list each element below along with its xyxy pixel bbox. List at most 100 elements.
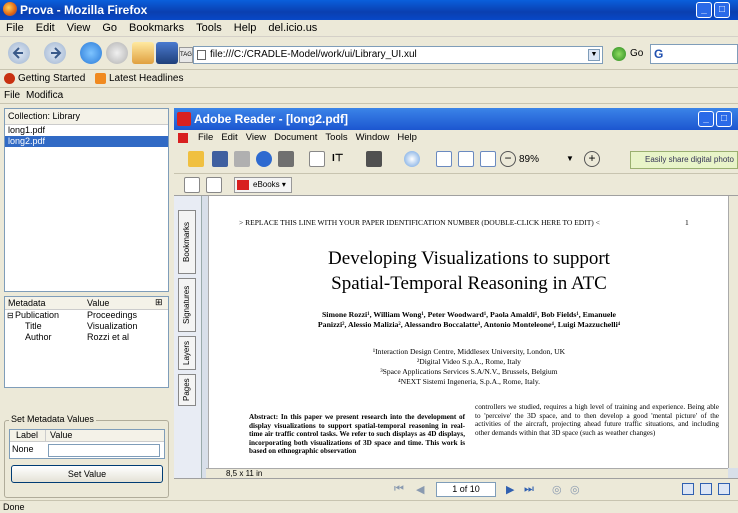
tab-layers[interactable]: Layers [178,336,196,370]
back-icon[interactable] [8,42,30,64]
collection-list[interactable]: Collection: Library long1.pdf long2.pdf [4,108,169,292]
reader-maximize-icon[interactable]: □ [716,111,732,127]
menu-go[interactable]: Go [96,20,123,36]
menu-view[interactable]: View [61,20,97,36]
menu-bar: File Edit View Go Bookmarks Tools Help del.icio… [0,20,738,37]
set-value-button[interactable]: Set Value [11,465,163,483]
search-engine-icon[interactable]: G [654,47,663,61]
hand-tool-icon[interactable] [309,151,325,167]
single-page-icon[interactable] [682,483,694,495]
minimize-icon[interactable]: _ [696,2,712,18]
body-text: controllers we studied, requires a high … [475,403,719,437]
go-label[interactable]: Go [630,48,643,59]
authors-line2: Panizzi², Alessio Malizia², Alessandro B… [317,320,621,329]
menu-delicious[interactable]: del.icio.us [262,20,323,36]
first-page-icon[interactable]: ⏮ [394,483,404,496]
document-icon [178,133,188,143]
menu-tools[interactable]: Tools [190,20,228,36]
save-icon[interactable] [212,151,228,167]
tab-signatures[interactable]: Signatures [178,278,196,332]
select-text-icon[interactable]: I⊤ [332,151,352,167]
fit-page-icon[interactable] [458,151,474,167]
reader-menu-file[interactable]: File [194,132,217,143]
status-bar: Done [0,500,738,512]
zoom-dropdown-icon[interactable]: ▼ [566,154,574,163]
app-menu-file[interactable]: File [4,88,20,104]
search-input[interactable]: G [650,44,738,64]
share-photos-banner[interactable]: Easily share digital photo [630,151,738,169]
list-item[interactable]: long1.pdf [5,125,168,136]
open-icon[interactable] [188,151,204,167]
previous-view-icon[interactable]: ◎ [552,483,562,496]
last-page-icon[interactable]: ⏭ [524,483,534,496]
reader-menu-window[interactable]: Window [352,132,394,143]
tab-bookmarks[interactable]: Bookmarks [178,210,196,274]
find-icon[interactable] [278,151,294,167]
window-title-bar: Prova - Mozilla Firefox _ □ [0,0,738,20]
vertical-scrollbar[interactable] [728,196,738,468]
adobe-reader-window: Adobe Reader - [long2.pdf] _ □ File Edit V… [174,108,738,500]
tree-row-label: Publication [15,310,60,320]
address-bar[interactable]: file:///C:/CRADLE-Model/work/ui/Library_… [193,46,603,64]
authors-line1: Simone Rozzi¹, William Wong¹, Peter Wood… [321,310,617,319]
collection-header: Collection: Library [5,109,168,125]
label-header: Label [10,430,46,442]
fit-width-icon[interactable] [480,151,496,167]
forward-icon[interactable] [44,42,66,64]
reader-menu-document[interactable]: Document [270,132,321,143]
menu-file[interactable]: File [0,20,30,36]
zoom-in-icon[interactable]: + [584,151,600,167]
menu-bookmarks[interactable]: Bookmarks [123,20,190,36]
metadata-column-header[interactable]: Metadata [8,298,46,309]
reader-menu-view[interactable]: View [242,132,270,143]
label-field[interactable]: None [12,444,34,455]
create-pdf-icon[interactable] [184,177,200,193]
tab-pages[interactable]: Pages [178,374,196,406]
abstract-right-column: controllers we studied, requires a high … [475,403,719,437]
previous-page-icon[interactable]: ◀ [416,483,424,496]
next-view-icon[interactable]: ◎ [570,483,580,496]
bookmark-latest-headlines[interactable]: Latest Headlines [109,70,184,88]
abstract-text: Abstract: In this paper we present resea… [249,413,465,456]
zoom-value[interactable]: 89% [519,154,539,165]
menu-help[interactable]: Help [228,20,263,36]
metadata-tree[interactable]: Metadata Value ⊞ ⊟ Publication Proceedin… [4,296,169,388]
ebooks-label: eBooks [253,180,280,189]
column-picker-icon[interactable]: ⊞ [155,297,163,308]
print-icon[interactable] [234,151,250,167]
home-icon[interactable] [132,42,154,64]
snapshot-icon[interactable] [366,151,382,167]
paper-title-line1: Developing Visualizations to support [328,248,610,269]
reader-menu-edit[interactable]: Edit [217,132,241,143]
value-field[interactable] [48,444,160,457]
collapse-icon[interactable]: ⊟ [7,310,14,321]
tag-icon[interactable]: TAG [179,47,193,63]
reader-minimize-icon[interactable]: _ [698,111,714,127]
rss-icon [95,73,106,84]
go-icon[interactable] [612,47,626,61]
reader-menu-tools[interactable]: Tools [321,132,351,143]
email-icon[interactable] [256,151,272,167]
dropdown-arrow-icon[interactable]: ▼ [588,49,600,61]
stop-icon[interactable] [106,42,128,64]
continuous-icon[interactable] [700,483,712,495]
menu-edit[interactable]: Edit [30,20,61,36]
review-icon[interactable] [206,177,222,193]
list-item[interactable]: long2.pdf [5,136,168,147]
reader-menu-help[interactable]: Help [393,132,421,143]
bookmark-getting-started[interactable]: Getting Started [18,70,85,88]
ebooks-button[interactable]: eBooks ▾ [234,177,292,193]
next-page-icon[interactable]: ▶ [506,483,514,496]
zoom-out-icon[interactable]: − [500,151,516,167]
facing-icon[interactable] [718,483,730,495]
bookmark-manager-icon[interactable] [156,42,178,64]
actual-size-icon[interactable] [436,151,452,167]
app-menu-bar: File Modifica [0,88,738,104]
tree-row-value: Visualization [87,321,138,331]
app-menu-modify[interactable]: Modifica [26,88,63,104]
page-counter[interactable]: 1 of 10 [436,482,496,497]
reload-icon[interactable] [80,42,102,64]
maximize-icon[interactable]: □ [714,2,730,18]
zoom-icon[interactable] [404,151,420,167]
value-column-header[interactable]: Value [87,298,109,309]
